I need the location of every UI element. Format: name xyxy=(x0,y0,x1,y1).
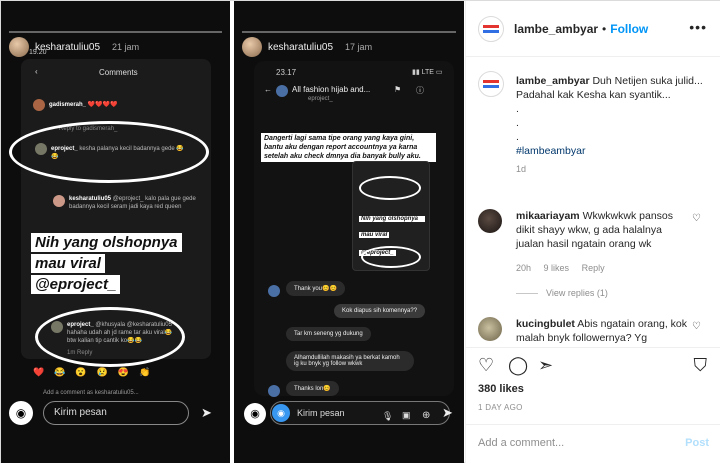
story-screenshot-2: kesharatuliu05 17 jam 23.17 ▮▮ LTE ▭ ← A… xyxy=(234,1,464,463)
caption-age: 1d xyxy=(516,164,527,174)
caption-line: Duh Netijen suka julid... xyxy=(592,75,703,87)
story-overlay-text: Nih yang olshopnya mau viral @eproject_ xyxy=(31,233,201,296)
post-comment-button[interactable]: Post xyxy=(685,437,709,449)
comment-time: 20h xyxy=(516,263,532,273)
caption-line: Padahal kak Kesha kan syantik... xyxy=(516,89,671,101)
camera-icon[interactable]: ◉ xyxy=(244,403,266,425)
message-input[interactable]: Kirim pesan xyxy=(43,401,189,425)
message-bubble: Thank you😊😊 xyxy=(286,281,345,296)
overlay-line: Nih yang olshopnya xyxy=(31,233,182,252)
hashtag-link[interactable]: #lambeambyar xyxy=(516,145,585,157)
caption-avatar[interactable] xyxy=(478,71,504,97)
overlay-line: @eproject_ xyxy=(31,275,121,294)
post-date: 1 DAY AGO xyxy=(478,403,523,412)
follow-button[interactable]: Follow xyxy=(610,22,648,36)
message-bubble: Thanks lon😊 xyxy=(286,381,339,396)
caption-username[interactable]: lambe_ambyar xyxy=(516,75,590,87)
share-icon[interactable]: ➣ xyxy=(538,356,553,374)
add-comment-hint: Add a comment as kesharatuliu05... xyxy=(43,390,139,396)
story-username: kesharatuliu05 xyxy=(268,41,334,53)
comment-likes[interactable]: 9 likes xyxy=(544,263,570,273)
add-comment-input[interactable]: Add a comment... xyxy=(478,437,564,449)
comment-item: mikaariayam Wkwkwkwk pansos dikit shayy … xyxy=(478,209,713,279)
caption-text: lambe_ambyar Duh Netijen suka julid... P… xyxy=(516,74,711,176)
comment-meta: 20h 9 likes Reply xyxy=(516,263,615,273)
comment-item: eproject_ kesha palanya kecil badannya g… xyxy=(51,146,184,160)
story-time: 21 jam xyxy=(112,42,140,52)
commenter-avatar[interactable] xyxy=(478,209,502,233)
comment-avatar xyxy=(35,143,47,155)
gallery-icon[interactable]: ▣ xyxy=(402,410,411,421)
story-highlight-text: Dangerti lagi sama tipe orang yang kaya … xyxy=(261,133,436,162)
comment-text: kucingbulet Abis ngatain orang, kok mala… xyxy=(516,318,688,344)
back-icon: ‹ xyxy=(35,67,38,76)
nested-story-preview: Nih yang olshopnya mau viral @eproject_ xyxy=(352,161,430,271)
post-actions: ♡ ◯ ➣ ⛉ xyxy=(466,347,720,377)
chat-avatar xyxy=(276,85,288,97)
info-icon: ⓘ xyxy=(416,86,424,95)
overlay-line: mau viral xyxy=(31,254,105,273)
like-icon[interactable]: ♡ xyxy=(478,356,494,374)
reply-meta: 1m Reply xyxy=(67,350,93,356)
profile-avatar[interactable] xyxy=(478,15,504,42)
flag-icon: ⚑ xyxy=(394,85,402,94)
add-icon[interactable]: ⊕ xyxy=(422,410,430,421)
comment-item: kucingbulet Abis ngatain orang, kok mala… xyxy=(478,317,713,347)
post-image[interactable]: kesharatuliu05 21 jam 19.20 ‹ Comments g… xyxy=(1,1,464,463)
post-header: lambe_ambyar • Follow ••• xyxy=(466,1,720,57)
status-clock: 23.17 xyxy=(276,68,297,77)
signal-icon: ▮▮ LTE ▭ xyxy=(412,69,443,76)
comments-title: Comments xyxy=(99,68,138,77)
mic-icon[interactable]: 🎙 xyxy=(382,411,393,422)
post-sidebar: lambe_ambyar • Follow ••• lambe_ambyar D… xyxy=(465,1,720,463)
chat-avatar xyxy=(268,285,280,297)
comment-avatar xyxy=(53,195,65,207)
post-modal: kesharatuliu05 21 jam 19.20 ‹ Comments g… xyxy=(0,0,720,463)
commenter-username[interactable]: mikaariayam xyxy=(516,210,580,222)
commenter-username[interactable]: kucingbulet xyxy=(516,318,575,330)
reply-button[interactable]: Reply xyxy=(582,263,605,273)
comment-avatar xyxy=(51,321,63,333)
comment-icon[interactable]: ◯ xyxy=(508,356,528,374)
story-avatar xyxy=(9,37,29,57)
emoji-reaction-row: ❤️😂😮😢😍👏 xyxy=(33,367,161,377)
chat-avatar xyxy=(268,385,280,397)
story-progress-bar xyxy=(9,31,222,33)
save-icon[interactable]: ⛉ xyxy=(694,356,708,374)
separator-dot: • xyxy=(602,21,607,36)
chat-title: All fashion hijab and... xyxy=(292,85,371,94)
message-bubble: Kok diapus sih komennya?? xyxy=(334,304,426,318)
story-header: kesharatuliu05 17 jam xyxy=(242,37,372,57)
comment-item: kesharatuliu05 @eproject_ kalo pala gue … xyxy=(69,196,196,210)
highlight-circle xyxy=(359,176,421,200)
highlight-circle xyxy=(361,246,421,268)
story-time: 17 jam xyxy=(345,42,373,52)
view-replies-button[interactable]: View replies (1) xyxy=(516,288,608,298)
send-icon[interactable]: ➤ xyxy=(201,405,212,421)
message-bubble: Alhamdullilah makasih ya berkat kamoh ig… xyxy=(286,351,414,371)
header-username[interactable]: lambe_ambyar xyxy=(514,22,598,36)
chat-subtitle: eproject_ xyxy=(308,96,333,102)
more-options-icon[interactable]: ••• xyxy=(689,19,707,35)
send-icon[interactable]: ➤ xyxy=(442,405,453,421)
back-icon: ← xyxy=(264,85,272,94)
story-screenshot-1: kesharatuliu05 21 jam 19.20 ‹ Comments g… xyxy=(1,1,230,463)
story-progress-bar xyxy=(242,31,456,33)
commenter-avatar[interactable] xyxy=(478,317,502,341)
comment-avatar xyxy=(33,99,45,111)
message-bubble: Tar km seneng yg dukung xyxy=(286,327,371,341)
like-comment-icon[interactable]: ♡ xyxy=(692,213,701,224)
comment-text: mikaariayam Wkwkwkwk pansos dikit shayy … xyxy=(516,210,673,250)
story-avatar xyxy=(242,37,262,57)
status-clock: 19.20 xyxy=(29,49,47,56)
camera-icon[interactable]: ◉ xyxy=(9,401,33,425)
camera-icon[interactable]: ◉ xyxy=(272,404,290,422)
add-comment-bar: Add a comment... Post xyxy=(466,424,720,463)
like-count[interactable]: 380 likes xyxy=(478,383,524,395)
like-comment-icon[interactable]: ♡ xyxy=(692,321,701,332)
comment-item: gadismerah_ ❤️❤️❤️❤️ xyxy=(49,102,118,108)
comment-item: eproject_ @khusyala @kesharatuliu05 haha… xyxy=(67,322,173,344)
